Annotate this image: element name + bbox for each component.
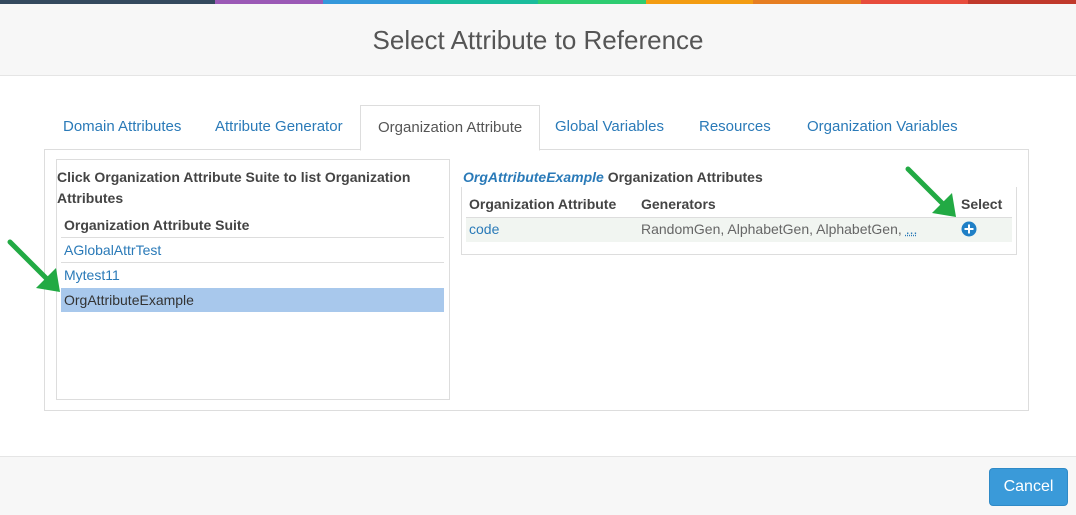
dialog-title: Select Attribute to Reference — [372, 25, 704, 55]
dialog-footer — [0, 456, 1076, 515]
generators-cell: RandomGen, AlphabetGen, AlphabetGen,... — [641, 221, 917, 237]
tab-attribute-generator[interactable]: Attribute Generator — [198, 105, 360, 150]
suite-item-orgattributeexample[interactable]: OrgAttributeExample — [61, 288, 444, 312]
tab-global-variables[interactable]: Global Variables — [538, 105, 681, 150]
annotation-arrow-icon — [905, 166, 956, 217]
dialog-header: Select Attribute to Reference — [0, 4, 1076, 76]
selected-suite-name: OrgAttributeExample — [463, 169, 604, 185]
suite-item-aglobalattrtest[interactable]: AGlobalAttrTest — [61, 237, 444, 261]
generators-text: RandomGen, AlphabetGen, AlphabetGen, — [641, 221, 902, 237]
tab-resources[interactable]: Resources — [682, 105, 788, 150]
cancel-button[interactable]: Cancel — [989, 468, 1068, 506]
tab-organization-attribute[interactable]: Organization Attribute — [360, 105, 541, 151]
suite-item-mytest11[interactable]: Mytest11 — [61, 262, 444, 286]
generators-column-header: Generators — [641, 196, 716, 212]
attributes-heading: OrgAttributeExample Organization Attribu… — [463, 167, 763, 188]
attribute-column-header: Organization Attribute — [469, 196, 617, 212]
suite-list-instruction: Click Organization Attribute Suite to li… — [57, 169, 411, 206]
attribute-link-code[interactable]: code — [469, 221, 499, 237]
tab-domain-attributes[interactable]: Domain Attributes — [46, 105, 198, 150]
tab-organization-variables[interactable]: Organization Variables — [790, 105, 975, 150]
tab-bar: Domain Attributes Attribute Generator Or… — [44, 105, 1029, 151]
annotation-arrow-icon — [7, 239, 60, 292]
suite-column-header: Organization Attribute Suite — [64, 217, 250, 233]
attributes-heading-suffix: Organization Attributes — [603, 169, 763, 185]
